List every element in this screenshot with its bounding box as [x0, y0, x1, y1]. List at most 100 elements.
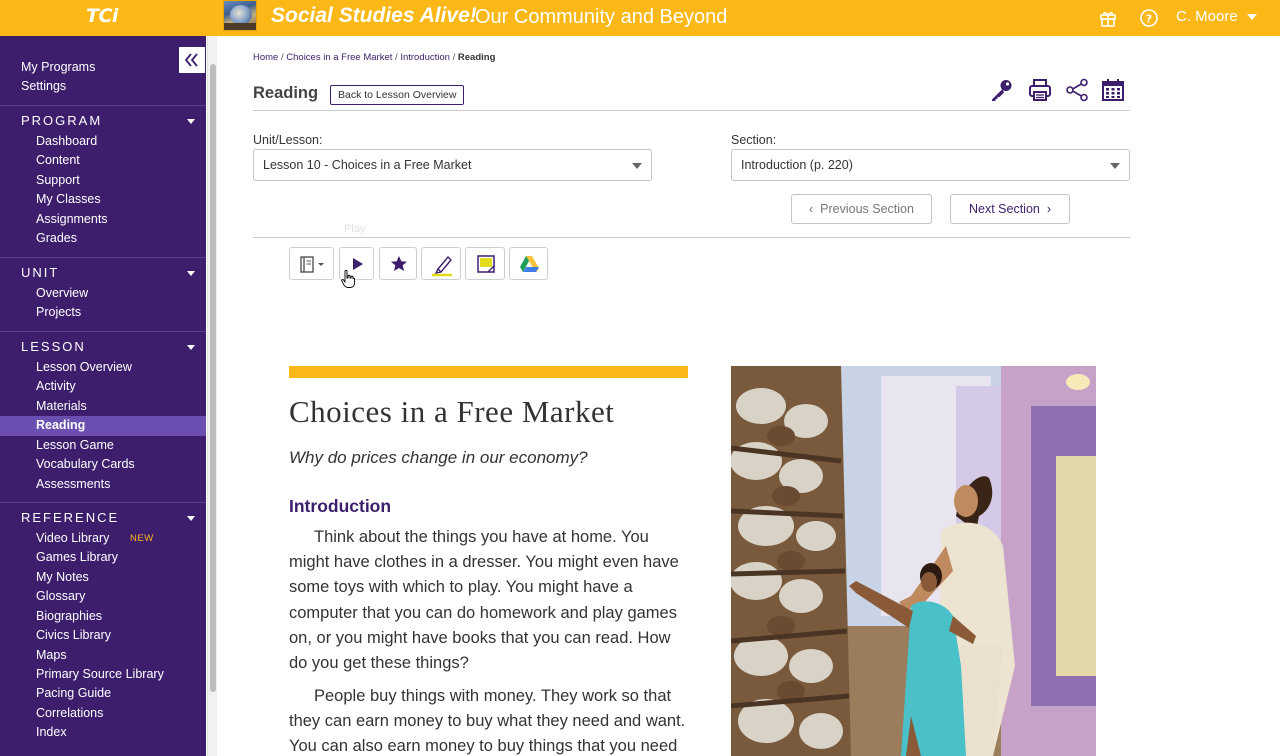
bookmark-star-button[interactable]	[379, 247, 417, 280]
divider	[0, 257, 206, 258]
sidebar-section-lesson[interactable]: LESSON	[21, 339, 86, 354]
svg-text:?: ?	[1146, 13, 1152, 26]
chevron-down-icon[interactable]	[1247, 14, 1257, 20]
unit-lesson-select[interactable]: Lesson 10 - Choices in a Free Market	[253, 149, 652, 181]
scrollbar-thumb[interactable]	[210, 64, 216, 692]
reading-photo-toy-store	[731, 366, 1096, 756]
section-heading: Introduction	[289, 496, 392, 516]
next-section-label: Next Section	[969, 202, 1040, 216]
chevron-right-icon: ›	[1039, 202, 1051, 216]
chevron-down-icon[interactable]	[187, 516, 195, 521]
print-icon[interactable]	[1027, 77, 1053, 103]
sidebar-item-civics-library[interactable]: Civics Library	[36, 628, 111, 642]
sidebar-item-my-programs[interactable]: My Programs	[21, 60, 95, 74]
sidebar-item-video-library[interactable]: Video Library	[36, 531, 109, 545]
sidebar-item-maps[interactable]: Maps	[36, 648, 67, 662]
sidebar-item-index[interactable]: Index	[36, 725, 67, 739]
breadcrumb-section[interactable]: Introduction	[400, 52, 450, 63]
essential-question: Why do prices change in our economy?	[289, 448, 588, 467]
sticky-note-icon	[477, 255, 495, 273]
sidebar-item-grades[interactable]: Grades	[36, 231, 77, 245]
chevron-down-icon	[1110, 163, 1120, 169]
breadcrumb-home[interactable]: Home	[253, 52, 278, 63]
sidebar-item-content[interactable]: Content	[36, 153, 80, 167]
collapse-sidebar-button[interactable]	[179, 47, 205, 73]
calendar-icon[interactable]	[1100, 77, 1126, 103]
sidebar-item-support[interactable]: Support	[36, 173, 80, 187]
sidebar-item-assignments[interactable]: Assignments	[36, 212, 108, 226]
sidebar-item-lesson-game[interactable]: Lesson Game	[36, 438, 114, 452]
section-label: Section:	[731, 133, 777, 147]
previous-section-button[interactable]: ‹ Previous Section	[791, 194, 932, 224]
notebook-icon	[300, 256, 324, 273]
top-bar: TCi Social Studies Alive! Our Community …	[0, 0, 1280, 36]
sidebar-active-highlight	[0, 416, 206, 436]
divider	[253, 237, 1130, 238]
sidebar-item-primary-source-library[interactable]: Primary Source Library	[36, 667, 164, 681]
sidebar-item-dashboard[interactable]: Dashboard	[36, 134, 97, 148]
google-drive-button[interactable]	[509, 247, 548, 280]
sidebar-item-assessments[interactable]: Assessments	[36, 477, 110, 491]
page-title: Reading	[253, 84, 319, 102]
section-select[interactable]: Introduction (p. 220)	[731, 149, 1130, 181]
title-accent-bar	[289, 366, 688, 378]
sidebar-item-overview[interactable]: Overview	[36, 286, 88, 300]
reading-paragraph: Think about the things you have at home.…	[289, 528, 679, 673]
help-icon[interactable]: ?	[1138, 7, 1160, 29]
sidebar-item-my-notes[interactable]: My Notes	[36, 570, 89, 584]
sidebar-item-games-library[interactable]: Games Library	[36, 550, 118, 564]
new-badge: NEW	[130, 533, 154, 544]
program-cover-thumbnail[interactable]	[223, 0, 257, 31]
notebook-menu-button[interactable]	[289, 247, 334, 280]
sidebar-item-lesson-overview[interactable]: Lesson Overview	[36, 360, 132, 374]
program-title: Social Studies Alive!	[271, 4, 477, 27]
sidebar-item-pacing-guide[interactable]: Pacing Guide	[36, 686, 111, 700]
user-menu[interactable]: C. Moore	[1176, 8, 1238, 25]
breadcrumb: Home / Choices in a Free Market / Introd…	[253, 52, 496, 63]
divider	[0, 331, 206, 332]
chevron-down-icon	[632, 163, 642, 169]
sidebar-section-unit[interactable]: UNIT	[21, 265, 59, 280]
sidebar-item-biographies[interactable]: Biographies	[36, 609, 102, 623]
reading-paragraph: People buy things with money. They work …	[289, 687, 686, 756]
gift-icon[interactable]	[1097, 7, 1119, 29]
sidebar-scrollbar[interactable]	[207, 36, 217, 756]
sidebar-item-correlations[interactable]: Correlations	[36, 706, 103, 720]
back-to-lesson-overview-button[interactable]: Back to Lesson Overview	[330, 85, 465, 105]
sidebar-section-reference[interactable]: REFERENCE	[21, 510, 119, 525]
sidebar-item-activity[interactable]: Activity	[36, 379, 76, 393]
chevron-down-icon[interactable]	[187, 119, 195, 124]
hand-pointer-icon	[341, 270, 355, 288]
sidebar-item-reading[interactable]: Reading	[36, 418, 85, 432]
breadcrumb-lesson[interactable]: Choices in a Free Market	[286, 52, 392, 63]
divider	[0, 502, 206, 503]
key-icon[interactable]	[989, 77, 1015, 103]
sidebar-item-settings[interactable]: Settings	[21, 79, 66, 93]
sidebar-item-my-classes[interactable]: My Classes	[36, 192, 101, 206]
play-tooltip: Play	[344, 223, 366, 235]
share-icon[interactable]	[1064, 77, 1090, 103]
program-subtitle: Our Community and Beyond	[475, 6, 728, 28]
chevron-down-icon[interactable]	[187, 271, 195, 276]
unit-lesson-value: Lesson 10 - Choices in a Free Market	[263, 158, 472, 172]
google-drive-icon	[520, 256, 539, 273]
section-value: Introduction (p. 220)	[741, 158, 853, 172]
highlighter-button[interactable]	[421, 247, 461, 280]
tci-logo[interactable]: TCi	[86, 5, 118, 27]
sidebar: My Programs Settings PROGRAM Dashboard C…	[0, 36, 206, 756]
sidebar-section-program[interactable]: PROGRAM	[21, 113, 102, 128]
sidebar-item-projects[interactable]: Projects	[36, 305, 81, 319]
chevron-left-icon: ‹	[809, 202, 821, 216]
divider	[253, 110, 1130, 111]
breadcrumb-current: Reading	[457, 52, 496, 63]
divider	[0, 105, 206, 106]
highlighter-icon	[432, 255, 452, 277]
next-section-button[interactable]: Next Section ›	[950, 194, 1070, 224]
chevron-down-icon[interactable]	[187, 345, 195, 350]
previous-section-label: Previous Section	[820, 202, 914, 216]
sidebar-item-glossary[interactable]: Glossary	[36, 589, 85, 603]
sidebar-item-vocabulary-cards[interactable]: Vocabulary Cards	[36, 457, 135, 471]
star-icon	[391, 256, 407, 271]
sidebar-item-materials[interactable]: Materials	[36, 399, 87, 413]
sticky-note-button[interactable]	[465, 247, 505, 280]
